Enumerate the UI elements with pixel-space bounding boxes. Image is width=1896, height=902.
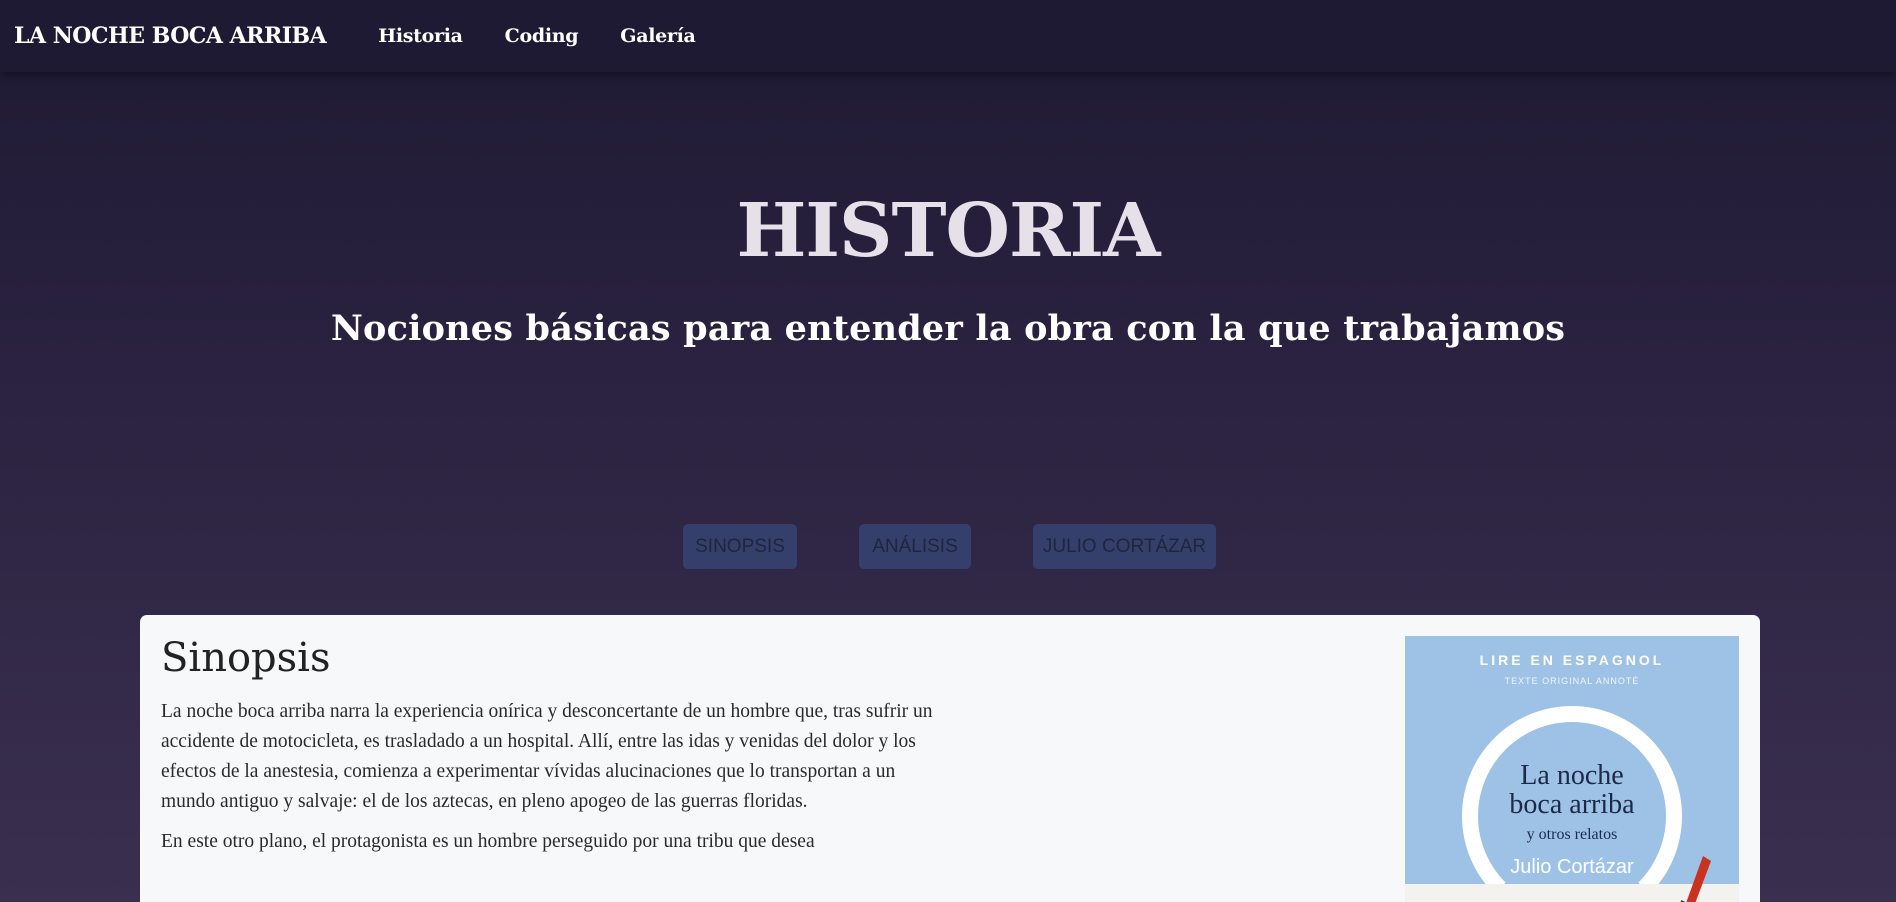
book-cover-image: LIRE EN ESPAGNOL TEXTE ORIGINAL ANNOTÉ L… xyxy=(1405,636,1739,902)
nav-link-galeria[interactable]: Galería xyxy=(620,25,696,47)
sinopsis-button[interactable]: SINOPSIS xyxy=(683,524,797,569)
page-title: HISTORIA xyxy=(736,188,1160,274)
card-title: Sinopsis xyxy=(161,635,331,681)
navbar: LA NOCHE BOCA ARRIBA Historia Coding Gal… xyxy=(0,0,1896,72)
analisis-button[interactable]: ANÁLISIS xyxy=(859,524,971,569)
nav-link-historia[interactable]: Historia xyxy=(378,25,463,47)
cover-title-line-2: boca arriba xyxy=(1509,789,1635,820)
cover-series-sublabel: TEXTE ORIGINAL ANNOTÉ xyxy=(1504,676,1640,686)
julio-cortazar-button[interactable]: JULIO CORTÁZAR xyxy=(1033,524,1216,569)
card-paragraph: En este otro plano, el protagonista es u… xyxy=(161,831,815,852)
nav-link-coding[interactable]: Coding xyxy=(505,25,579,47)
card-paragraph: La noche boca arriba narra la experienci… xyxy=(161,701,933,812)
card-text: La noche boca arriba narra la experienci… xyxy=(161,697,941,867)
cover-subtitle: y otros relatos xyxy=(1526,826,1618,843)
page-subtitle: Nociones básicas para entender la obra c… xyxy=(330,308,1566,349)
sinopsis-card: Sinopsis La noche boca arriba narra la e… xyxy=(140,615,1760,902)
cover-series-label: LIRE EN ESPAGNOL xyxy=(1479,652,1665,668)
brand-logo[interactable]: LA NOCHE BOCA ARRIBA xyxy=(14,23,327,49)
cover-title-line-1: La noche xyxy=(1520,760,1624,791)
cover-figure-icon xyxy=(1680,856,1711,902)
nav-links: Historia Coding Galería xyxy=(378,25,696,47)
cover-title: La noche boca arriba xyxy=(1405,761,1739,819)
